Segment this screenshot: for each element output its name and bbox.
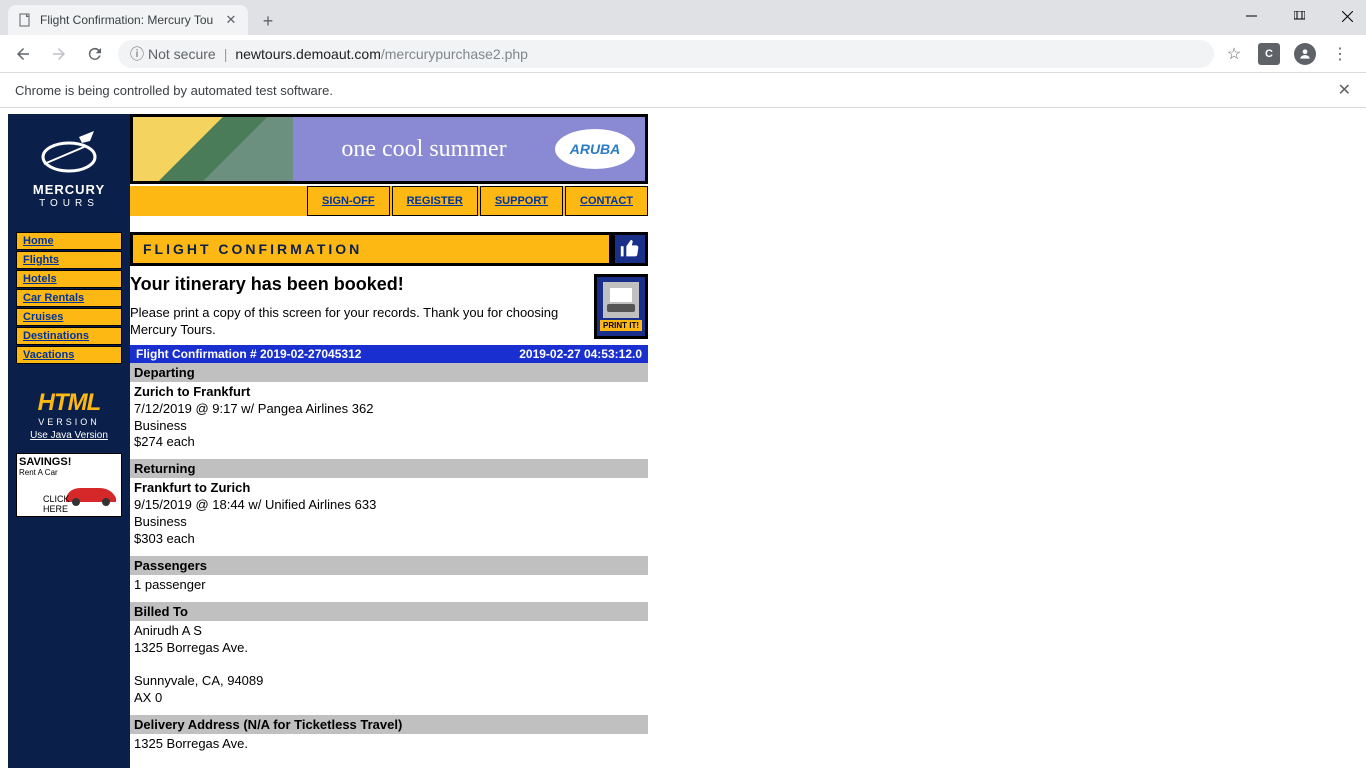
browser-chrome: Flight Confirmation: Mercury Tou ✕ + ⓘ N… [0,0,1366,108]
browser-tab[interactable]: Flight Confirmation: Mercury Tou ✕ [8,5,248,35]
forward-button[interactable] [46,41,72,67]
nav-sign-off[interactable]: SIGN-OFF [307,186,390,216]
banner-image [133,117,293,181]
banner-ad[interactable]: one cool summer ARUBA [130,114,648,184]
sidebar-item-cruises[interactable]: Cruises [16,308,122,326]
minimize-button[interactable] [1236,4,1266,28]
sidebar-item-car-rentals[interactable]: Car Rentals [16,289,122,307]
sidebar-item-vacations[interactable]: Vacations [16,346,122,364]
bookmark-icon[interactable]: ☆ [1224,44,1244,64]
passengers-body: 1 passenger [130,575,648,602]
page-icon [18,13,32,27]
url-field[interactable]: ⓘ Not secure | newtours.demoaut.com/merc… [118,40,1214,68]
sidebar-item-flights[interactable]: Flights [16,251,122,269]
back-button[interactable] [10,41,36,67]
url-text: newtours.demoaut.com/mercurypurchase2.ph… [235,46,528,62]
sidebar-nav: Home Flights Hotels Car Rentals Cruises … [8,224,130,373]
delivery-header: Delivery Address (N/A for Ticketless Tra… [130,715,648,734]
sidebar-item-destinations[interactable]: Destinations [16,327,122,345]
returning-header: Returning [130,459,648,478]
automation-info-bar: Chrome is being controlled by automated … [0,73,1366,108]
nav-support[interactable]: SUPPORT [480,186,563,216]
main-content: one cool summer ARUBA SIGN-OFF REGISTER … [130,114,648,768]
maximize-button[interactable] [1284,4,1314,28]
reload-button[interactable] [82,41,108,67]
confirmation-number-bar: Flight Confirmation # 2019-02-27045312 2… [130,345,648,363]
html-version-box: HTML VERSION Use Java Version [8,389,130,441]
new-tab-button[interactable]: + [254,7,282,35]
billed-to-header: Billed To [130,602,648,621]
passengers-header: Passengers [130,556,648,575]
nav-contact[interactable]: CONTACT [565,186,648,216]
page-viewport[interactable]: MERCURY TOURS Home Flights Hotels Car Re… [0,108,1366,768]
aruba-badge: ARUBA [555,129,635,169]
menu-icon[interactable]: ⋮ [1330,44,1350,64]
info-bar-close-icon[interactable]: ✕ [1338,80,1351,100]
savings-ad[interactable]: SAVINGS! Rent A Car CLICK HERE [16,453,122,517]
delivery-body: 1325 Borregas Ave. Sunnyvale, CA, 94089 [130,734,648,768]
tab-bar: Flight Confirmation: Mercury Tou ✕ + [0,0,1366,35]
departing-header: Departing [130,363,648,382]
nav-register[interactable]: REGISTER [392,186,478,216]
close-window-button[interactable] [1332,4,1362,28]
tab-title: Flight Confirmation: Mercury Tou [40,13,216,27]
sidebar-item-hotels[interactable]: Hotels [16,270,122,288]
booked-desc: Please print a copy of this screen for y… [130,305,586,339]
top-nav: SIGN-OFF REGISTER SUPPORT CONTACT [130,186,648,216]
profile-icon[interactable] [1294,43,1316,65]
print-button[interactable]: PRINT IT! [594,274,648,339]
java-version-link[interactable]: Use Java Version [8,430,130,441]
info-bar-text: Chrome is being controlled by automated … [15,83,333,98]
extension-icon[interactable]: C [1258,43,1280,65]
booked-title: Your itinerary has been booked! [130,274,586,295]
mercury-logo: MERCURY TOURS [8,114,130,224]
confirmation-header: FLIGHT CONFIRMATION [130,232,612,266]
departing-body: Zurich to Frankfurt 7/12/2019 @ 9:17 w/ … [130,382,648,460]
address-bar: ⓘ Not secure | newtours.demoaut.com/merc… [0,35,1366,73]
sidebar: MERCURY TOURS Home Flights Hotels Car Re… [8,114,130,768]
close-icon[interactable]: ✕ [224,13,238,27]
thumbs-up-icon [612,232,648,266]
returning-body: Frankfurt to Zurich 9/15/2019 @ 18:44 w/… [130,478,648,556]
billed-to-body: Anirudh A S 1325 Borregas Ave. Sunnyvale… [130,621,648,715]
security-info-icon[interactable]: ⓘ Not secure [130,44,216,64]
sidebar-item-home[interactable]: Home [16,232,122,250]
printer-icon [603,282,639,318]
